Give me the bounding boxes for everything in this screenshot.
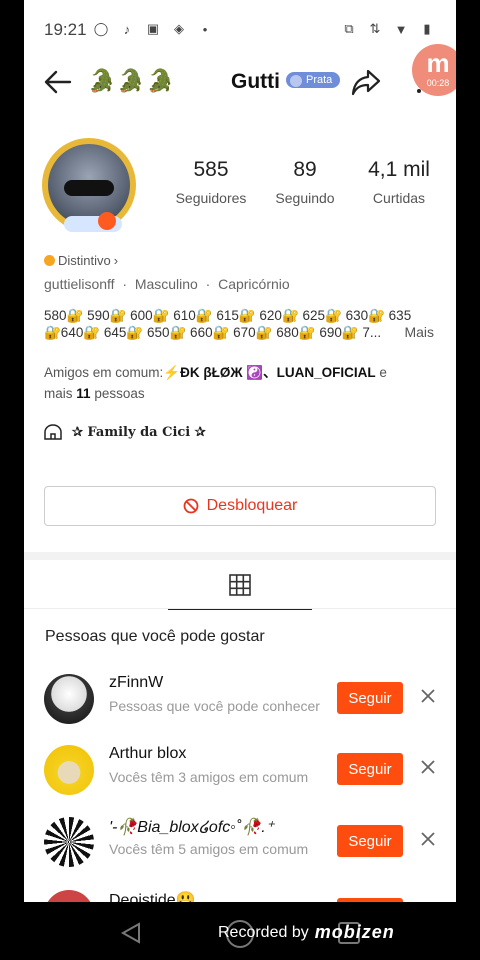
friends-suffix: pessoas	[94, 386, 145, 401]
stat-followers[interactable]: 585 Seguidores	[164, 158, 258, 206]
username: guttielisonff	[44, 276, 115, 292]
badge-link[interactable]: Distintivo ›	[44, 253, 118, 268]
profile-header: 🐊🐊🐊 Gutti Prata	[24, 58, 456, 106]
rank-badge[interactable]: Prata	[286, 72, 341, 88]
suggestion-name[interactable]: '-🥀Bia_blox໒ofc◦˚🥀.⁺	[109, 817, 274, 837]
profile-meta: guttielisonff · Masculino · Capricórnio	[44, 276, 290, 292]
profile-stats: 585 Seguidores 89 Seguindo 4,1 mil Curti…	[164, 158, 446, 206]
badge-label: Distintivo	[58, 253, 111, 268]
meta-separator: ·	[122, 276, 128, 292]
friends-and: e	[379, 365, 387, 380]
share-icon[interactable]	[350, 66, 382, 98]
dismiss-icon[interactable]	[420, 759, 436, 775]
stat-value: 4,1 mil	[368, 158, 430, 181]
recorder-time: 00:28	[426, 78, 450, 88]
tab-underline	[24, 608, 456, 609]
notification-icons: ◯ ♪ ▣ ◈ •	[92, 20, 214, 38]
family-link[interactable]: ✰ Family da Cici ✰	[44, 424, 206, 440]
follow-button[interactable]: Seguir	[337, 682, 403, 714]
suggestions-title: Pessoas que você pode gostar	[45, 628, 265, 645]
suggestion-row[interactable]: Arthur blox Vocês têm 3 amigos em comum …	[24, 739, 456, 801]
dismiss-icon[interactable]	[420, 831, 436, 847]
zodiac-sign: Capricórnio	[218, 276, 290, 292]
meta-separator: ·	[205, 276, 211, 292]
suggestion-row[interactable]: zFinnW Pessoas que você pode conhecer Se…	[24, 668, 456, 730]
unblock-button[interactable]: Desbloquear	[44, 486, 436, 526]
system-icons: ⧉ ⇅ ▼ ▮	[340, 20, 436, 38]
tab-videos-grid[interactable]	[168, 562, 312, 610]
recorder-logo-icon: m	[426, 48, 450, 78]
friends-count: 11	[76, 386, 91, 401]
data-icon: ⇅	[369, 21, 381, 36]
cast-icon: ⧉	[344, 21, 354, 36]
bio-more-link[interactable]: Mais	[404, 324, 434, 340]
follow-button[interactable]: Seguir	[337, 825, 403, 857]
block-icon	[183, 498, 199, 514]
recorded-by-label: Recorded by	[218, 923, 309, 941]
dot-icon: •	[202, 21, 208, 37]
bio-line: 580🔐 590🔐 600🔐 610🔐 615🔐 620🔐 625🔐 630🔐 …	[44, 308, 412, 323]
friends-more-prefix: mais	[44, 386, 73, 401]
stat-value: 89	[293, 158, 317, 181]
suggestion-subtitle: Vocês têm 5 amigos em comum	[109, 841, 309, 857]
stat-likes[interactable]: 4,1 mil Curtidas	[352, 158, 446, 206]
header-emojis: 🐊🐊🐊	[88, 68, 177, 93]
status-bar: 19:21 ◯ ♪ ▣ ◈ • ⧉ ⇅ ▼ ▮	[24, 0, 456, 56]
avatar[interactable]	[40, 132, 140, 232]
suggestion-avatar[interactable]	[44, 745, 94, 795]
stat-label: Seguidores	[175, 190, 247, 206]
family-house-icon	[44, 424, 62, 440]
profile-screen: 19:21 ◯ ♪ ▣ ◈ • ⧉ ⇅ ▼ ▮ 🐊🐊🐊 Gutti Prata …	[24, 0, 456, 902]
suggestion-name[interactable]: Arthur blox	[109, 745, 186, 763]
recorder-bubble[interactable]: m 00:28	[412, 44, 456, 96]
chevron-right-icon: ›	[113, 253, 119, 268]
status-time: 19:21	[44, 20, 87, 39]
app-icon: ▣	[146, 21, 160, 36]
recorder-watermark: Recorded by mobizen	[218, 922, 395, 943]
suggestion-avatar[interactable]	[44, 817, 94, 867]
back-arrow-icon[interactable]	[42, 68, 74, 96]
stat-value: 585	[193, 158, 229, 181]
suggestion-avatar[interactable]	[44, 674, 94, 724]
camera-icon	[98, 212, 116, 230]
suggestion-row[interactable]: Deoistide😃 Seguir	[24, 884, 456, 902]
tiktok-icon: ♪	[123, 21, 131, 37]
suggestion-subtitle: Pessoas que você pode conhecer	[109, 698, 320, 714]
stat-label: Curtidas	[372, 190, 426, 206]
grid-icon	[229, 574, 251, 596]
incognito-icon: ◈	[174, 21, 184, 36]
dismiss-icon[interactable]	[420, 688, 436, 704]
follow-button[interactable]: Seguir	[337, 753, 403, 785]
suggestion-name[interactable]: Deoistide😃	[109, 890, 196, 902]
nav-back-icon[interactable]	[120, 922, 142, 944]
suggestion-subtitle: Vocês têm 3 amigos em comum	[109, 769, 309, 785]
avatar-image	[48, 144, 130, 226]
suggestion-name[interactable]: zFinnW	[109, 674, 163, 692]
suggestion-row[interactable]: '-🥀Bia_blox໒ofc◦˚🥀.⁺ Vocês têm 5 amigos …	[24, 811, 456, 873]
badge-icon	[44, 255, 55, 266]
gender: Masculino	[134, 276, 198, 292]
friends-prefix: Amigos em comum:	[44, 365, 164, 380]
family-name: ✰ Family da Cici ✰	[72, 424, 206, 440]
suggestion-avatar[interactable]	[44, 890, 94, 902]
battery-icon: ▮	[423, 21, 431, 36]
stat-following[interactable]: 89 Seguindo	[258, 158, 352, 206]
whatsapp-icon: ◯	[93, 21, 109, 36]
bio-line: 🔐640🔐 645🔐 650🔐 660🔐 670🔐 680🔐 690🔐 7...	[44, 325, 382, 340]
section-divider	[24, 552, 456, 560]
stat-label: Seguindo	[275, 190, 335, 206]
wifi-icon: ▼	[394, 21, 408, 37]
recorder-brand: mobizen	[314, 922, 395, 942]
mutual-friends[interactable]: Amigos em comum:⚡ƉK βŁØЖ ☯️、LUAN_OFICIAL…	[44, 362, 424, 404]
unblock-label: Desbloquear	[206, 497, 298, 514]
bio: 580🔐 590🔐 600🔐 610🔐 615🔐 620🔐 625🔐 630🔐 …	[44, 307, 444, 341]
friends-names: ⚡ƉK βŁØЖ ☯️、LUAN_OFICIAL	[163, 365, 376, 380]
profile-name: Gutti	[231, 70, 280, 93]
